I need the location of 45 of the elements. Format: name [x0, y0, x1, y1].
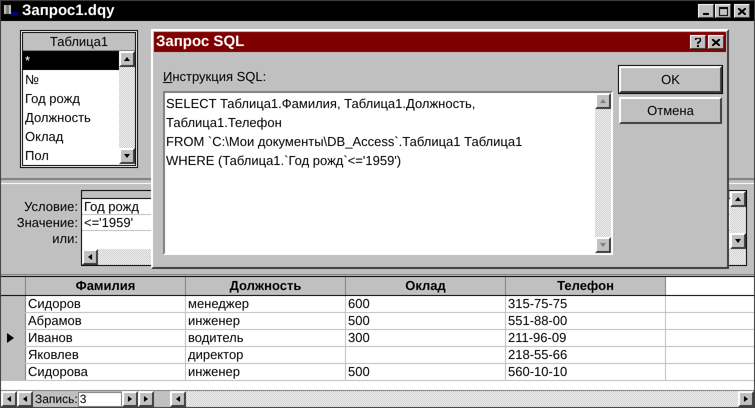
record-label: Запись:: [35, 391, 78, 407]
table-cell: директор: [186, 347, 346, 363]
table-cell: инженер: [186, 313, 346, 329]
dialog-button[interactable]: OK: [619, 66, 722, 93]
table-cell: Сидоров: [26, 296, 186, 312]
criteria-label: Условие:: [24, 199, 78, 215]
table-cell: 500: [346, 313, 506, 329]
field-list-item[interactable]: *: [23, 51, 119, 70]
sql-line: Таблица1.Телефон: [166, 114, 283, 132]
sql-label: Инструкция SQL:: [163, 68, 268, 86]
dialog-button[interactable]: Отмена: [619, 97, 722, 124]
sql-line: SELECT Таблица1.Фамилия, Таблица1.Должность,: [166, 94, 476, 112]
column-header[interactable]: Должность: [186, 277, 346, 295]
sql-text-area[interactable]: SELECT Таблица1.Фамилия, Таблица1.Должность, Таблица1.Телефон FROM `C:\Мои документы\DB_Access`.Таблица1 Таблица1 WHERE (Таблица1.`Год рожд`<='1959'): [163, 90, 613, 254]
table-cell: 315-75-75: [506, 296, 666, 312]
table-cell: 211-96-09: [506, 330, 666, 346]
table-cell: Сидорова: [26, 364, 186, 380]
table-cell: 551-88-00: [506, 313, 666, 329]
table-cell: 560-10-10: [506, 364, 666, 380]
window-title: Запрос1.dqy: [22, 1, 116, 21]
table-cell: инженер: [186, 364, 346, 380]
field-list-title: Таблица1: [23, 33, 135, 51]
criteria-label: или:: [52, 231, 78, 247]
field-list-item[interactable]: Должность: [23, 108, 119, 127]
field-list-item[interactable]: Пол: [23, 146, 119, 165]
dialog-title: Запрос SQL: [156, 32, 246, 52]
sql-line: FROM `C:\Мои документы\DB_Access`.Таблица1 Таблица1: [166, 132, 524, 150]
column-header[interactable]: Телефон: [506, 277, 666, 295]
criteria-label: Значение:: [16, 215, 78, 231]
table-cell: водитель: [186, 330, 346, 346]
column-header[interactable]: Оклад: [346, 277, 506, 295]
field-list-item[interactable]: №: [23, 70, 119, 89]
table-cell: менеджер: [186, 296, 346, 312]
table-cell: Яковлев: [26, 347, 186, 363]
table-cell: 300: [346, 330, 506, 346]
record-number-field[interactable]: 3: [78, 392, 122, 406]
table-cell: 500: [346, 364, 506, 380]
sql-line: WHERE (Таблица1.`Год рожд`<='1959'): [166, 152, 402, 170]
field-list-item[interactable]: Год рожд: [23, 89, 119, 108]
table-cell: 218-55-66: [506, 347, 666, 363]
table-cell: 600: [346, 296, 506, 312]
column-header[interactable]: Фамилия: [26, 277, 186, 295]
field-list-item[interactable]: Оклад: [23, 127, 119, 146]
table-cell: Абрамов: [26, 313, 186, 329]
table-cell: Иванов: [26, 330, 186, 346]
